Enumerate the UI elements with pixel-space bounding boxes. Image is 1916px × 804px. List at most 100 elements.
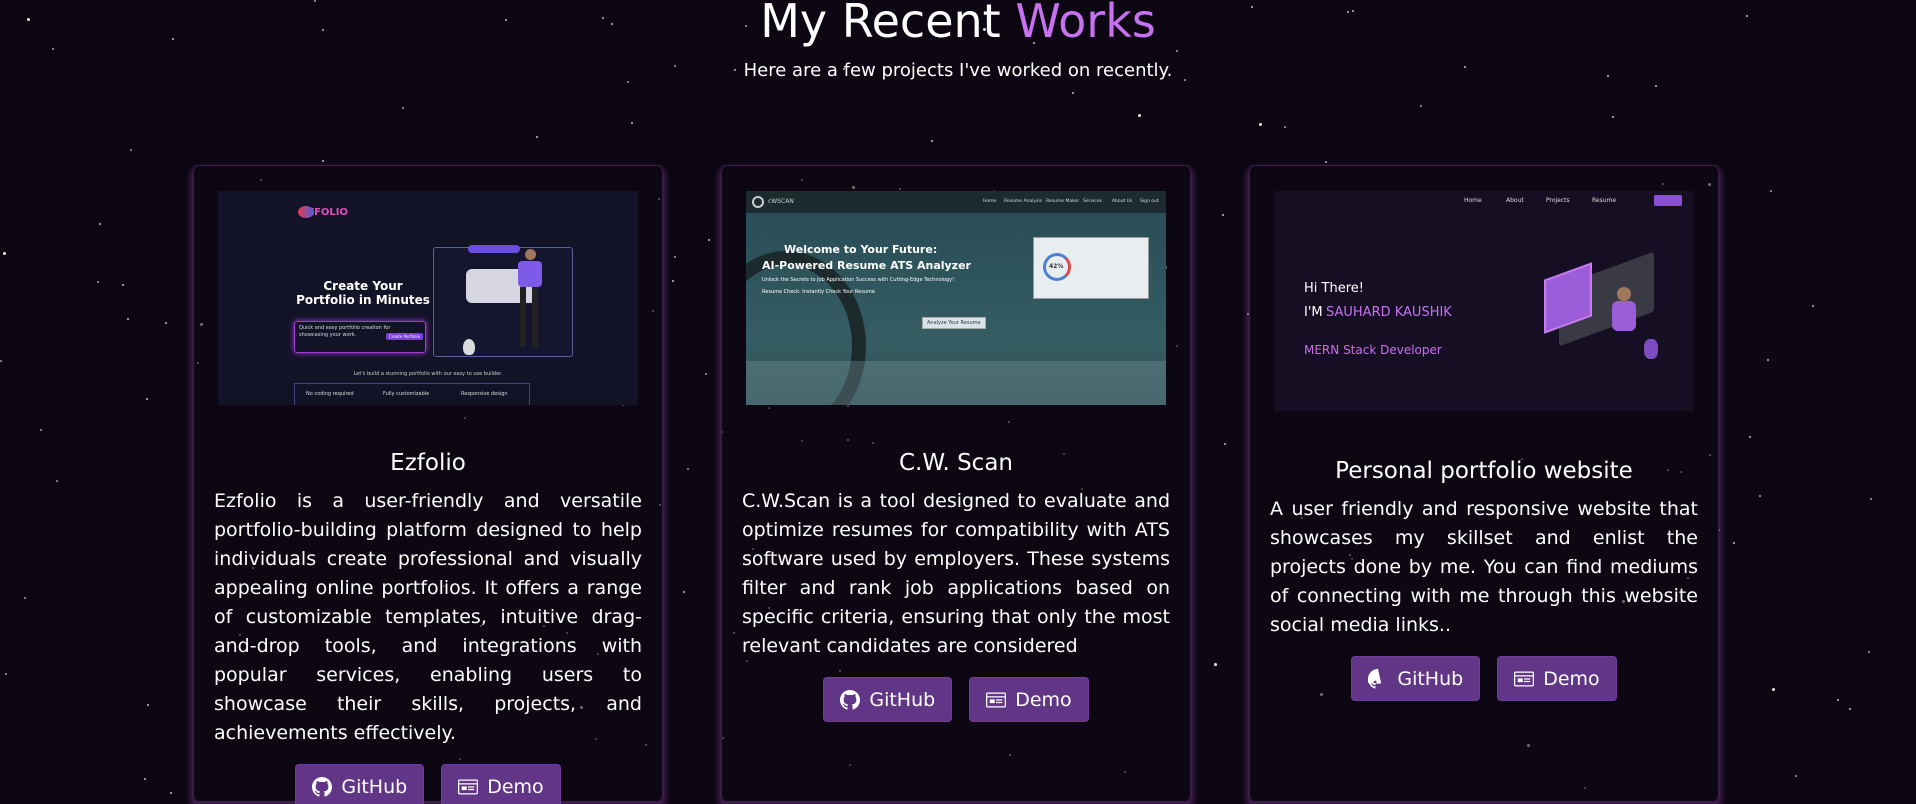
project-buttons: GitHub Demo bbox=[214, 764, 642, 804]
thumb-analyze-button: Analyze Your Resume bbox=[922, 317, 986, 329]
star bbox=[97, 281, 99, 283]
star bbox=[56, 480, 58, 482]
thumb-feature-2: Fully customizable bbox=[383, 391, 430, 397]
section-heading: My Recent Works bbox=[0, 0, 1916, 44]
project-card-cwscan: cWSCAN Home Resume Analysis Resume Maker… bbox=[721, 165, 1191, 802]
demo-button-label: Demo bbox=[487, 775, 544, 798]
thumb-github-badge bbox=[1654, 195, 1682, 206]
star bbox=[1222, 214, 1224, 216]
star bbox=[687, 468, 689, 470]
thumb-line-4: Resume Check: Instantly Check Your Resum… bbox=[762, 289, 875, 295]
thumb-nav-maker: Resume Maker bbox=[1046, 199, 1080, 204]
thumb-role: MERN Stack Developer bbox=[1304, 343, 1442, 357]
star bbox=[1837, 699, 1839, 701]
star bbox=[24, 597, 26, 599]
thumb-plant-icon bbox=[1644, 339, 1658, 359]
github-button[interactable]: GitHub bbox=[1351, 656, 1481, 701]
star bbox=[1849, 708, 1851, 710]
star bbox=[127, 318, 129, 320]
demo-button[interactable]: Demo bbox=[969, 677, 1089, 722]
star bbox=[1759, 495, 1761, 497]
thumb-plant-icon bbox=[463, 339, 475, 355]
project-title: Personal portfolio website bbox=[1335, 458, 1633, 484]
star bbox=[1420, 105, 1422, 107]
star bbox=[1325, 161, 1327, 163]
project-buttons: GitHub Demo bbox=[1270, 656, 1698, 701]
star bbox=[402, 107, 404, 109]
star bbox=[1284, 126, 1286, 128]
heading-accent: Works bbox=[1015, 0, 1156, 48]
demo-button[interactable]: Demo bbox=[1497, 656, 1617, 701]
star bbox=[1812, 305, 1814, 307]
project-card-ezfolio: EZFOLIO Create Your Portfolio in Minutes… bbox=[193, 165, 663, 804]
star bbox=[705, 373, 707, 375]
star bbox=[3, 252, 6, 255]
thumb-im: I'M bbox=[1304, 305, 1323, 320]
star bbox=[1795, 775, 1797, 777]
browser-icon bbox=[1514, 671, 1535, 686]
thumb-navbar bbox=[746, 191, 1166, 213]
demo-button-label: Demo bbox=[1543, 667, 1600, 690]
project-title: Ezfolio bbox=[390, 450, 466, 476]
github-button[interactable]: GitHub bbox=[295, 764, 425, 804]
star bbox=[1259, 123, 1262, 126]
star bbox=[144, 778, 146, 780]
star bbox=[1870, 498, 1872, 500]
thumb-greeting: Hi There! bbox=[1304, 281, 1364, 296]
star bbox=[52, 48, 54, 50]
star bbox=[130, 149, 132, 151]
demo-button[interactable]: Demo bbox=[441, 764, 561, 804]
github-button-label: GitHub bbox=[341, 775, 408, 798]
project-title: C.W. Scan bbox=[898, 450, 1013, 476]
thumb-line-3: Unlock the Secrets to Job Application Su… bbox=[762, 277, 955, 283]
star bbox=[99, 223, 101, 225]
github-icon bbox=[840, 689, 861, 710]
star bbox=[683, 591, 685, 593]
star bbox=[1733, 542, 1735, 544]
thumb-nav-about: About bbox=[1506, 197, 1524, 204]
thumb-logo-icon bbox=[752, 196, 764, 208]
thumb-score: 42% bbox=[1049, 263, 1064, 270]
thumb-person-head bbox=[525, 249, 536, 260]
project-description: Ezfolio is a user-friendly and versatile… bbox=[214, 490, 642, 744]
star bbox=[536, 136, 538, 138]
star bbox=[1772, 688, 1775, 691]
project-description: A user friendly and responsive website t… bbox=[1270, 498, 1698, 636]
thumb-brand: cWSCAN bbox=[768, 198, 794, 205]
star bbox=[1770, 190, 1772, 192]
star bbox=[170, 792, 172, 794]
thumb-name: SAUHARD KAUSHIK bbox=[1326, 305, 1452, 320]
demo-button-label: Demo bbox=[1015, 688, 1072, 711]
github-button[interactable]: GitHub bbox=[823, 677, 953, 722]
heading-prefix: My Recent bbox=[760, 0, 1001, 48]
star bbox=[1655, 85, 1657, 87]
project-thumbnail-portfolio: Home About Projects Resume Hi There! I'M… bbox=[1274, 191, 1694, 411]
thumb-info-strip bbox=[746, 361, 1166, 405]
star bbox=[147, 704, 149, 706]
star bbox=[674, 256, 676, 258]
browser-icon bbox=[986, 692, 1007, 707]
browser-icon bbox=[458, 779, 479, 794]
thumb-feature-1: No coding required bbox=[306, 391, 354, 397]
thumb-person-shirt bbox=[518, 261, 542, 287]
project-card-portfolio: Home About Projects Resume Hi There! I'M… bbox=[1249, 165, 1719, 802]
star bbox=[1214, 663, 1217, 666]
star bbox=[672, 280, 674, 282]
thumb-search-bar bbox=[468, 245, 520, 253]
thumb-cta-text: Quick and easy portfolio creation for sh… bbox=[299, 325, 391, 338]
star bbox=[1138, 114, 1141, 117]
section-subheading: Here are a few projects I've worked on r… bbox=[743, 60, 1173, 81]
star bbox=[931, 140, 933, 142]
thumb-nav-home: Home bbox=[1464, 197, 1482, 204]
project-thumbnail-cwscan: cWSCAN Home Resume Analysis Resume Maker… bbox=[746, 191, 1166, 405]
github-button-label: GitHub bbox=[869, 688, 936, 711]
thumb-feature-3: Responsive design bbox=[461, 391, 508, 397]
thumb-person bbox=[1612, 301, 1636, 331]
thumb-nav-about: About Us bbox=[1112, 199, 1133, 204]
thumb-nav-signout: Sign out bbox=[1140, 199, 1159, 204]
star bbox=[1767, 359, 1769, 361]
github-button-label: GitHub bbox=[1397, 667, 1464, 690]
thumb-nav-services: Services bbox=[1083, 199, 1102, 204]
github-icon bbox=[1368, 668, 1382, 689]
star bbox=[146, 398, 148, 400]
